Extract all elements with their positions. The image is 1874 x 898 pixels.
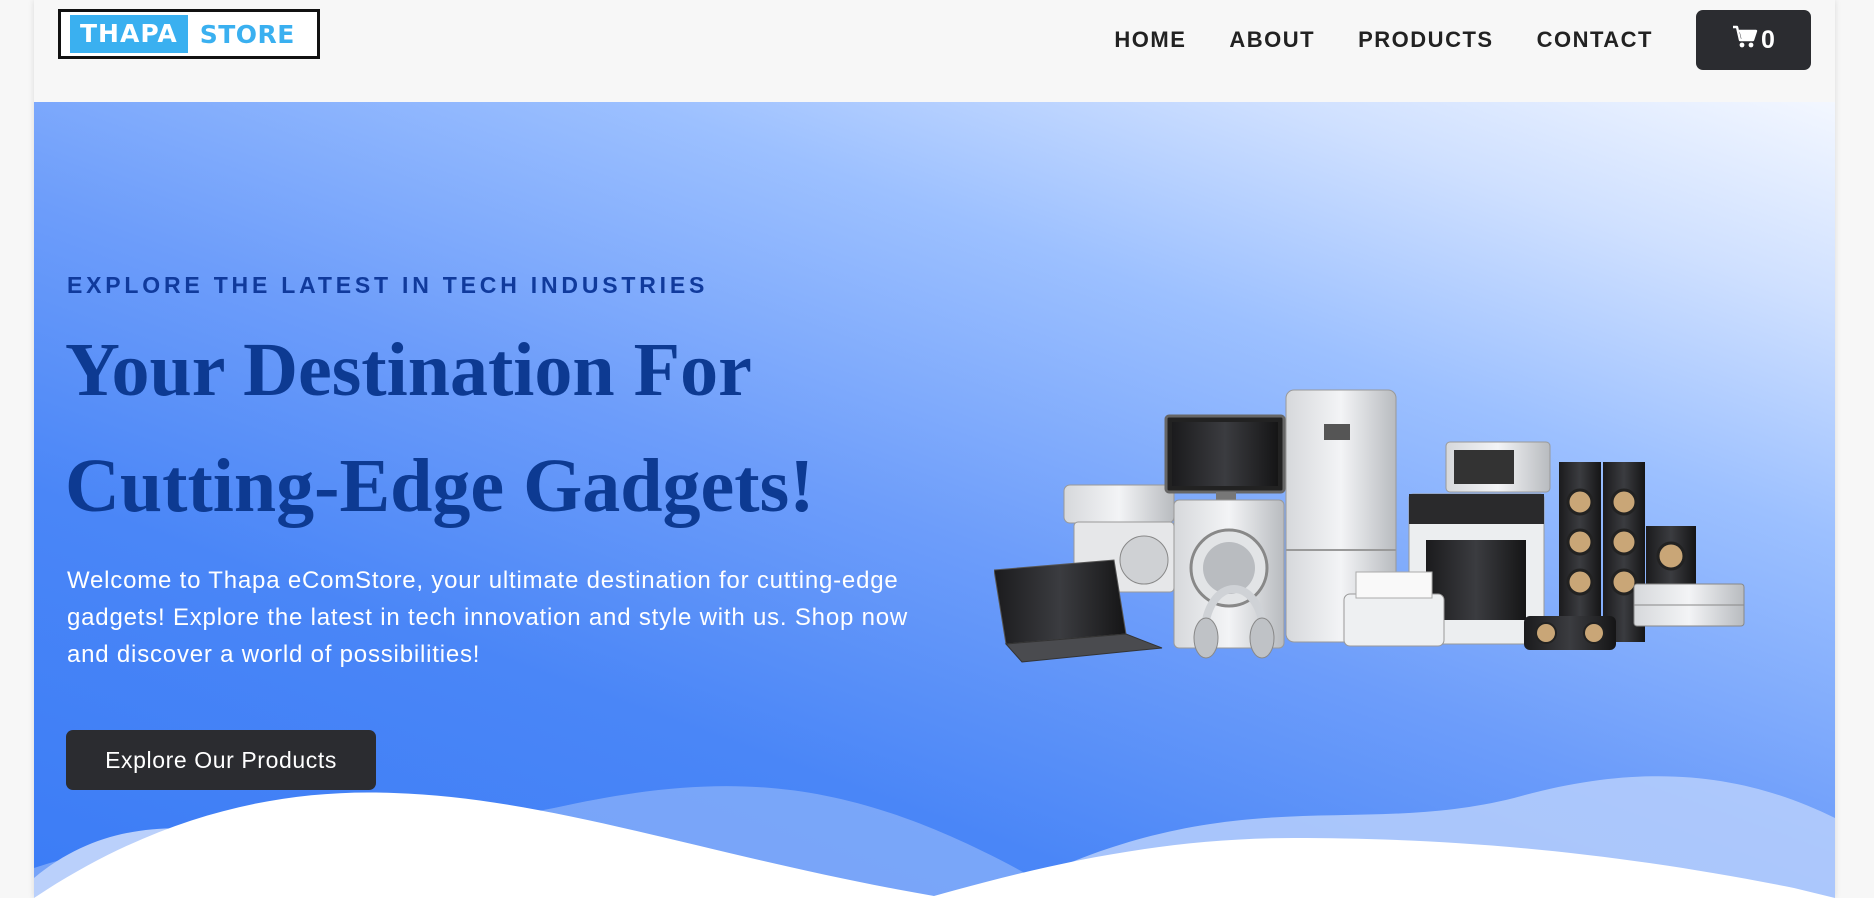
nav-products-link[interactable]: PRODUCTS: [1358, 27, 1493, 53]
cart-button[interactable]: 0: [1696, 10, 1811, 70]
nav-contact-link[interactable]: CONTACT: [1537, 27, 1653, 53]
hero-tagline: EXPLORE THE LATEST IN TECH INDUSTRIES: [67, 272, 709, 298]
logo-text-secondary: STORE: [199, 19, 295, 49]
main-nav: HOME ABOUT PRODUCTS CONTACT 0: [1114, 0, 1835, 80]
hero-headline: Your Destination For Cutting-Edge Gadget…: [65, 312, 965, 544]
site-header: THAPA STORE HOME ABOUT PRODUCTS CONTACT …: [34, 0, 1835, 102]
hero-headline-line1: Your Destination For: [65, 328, 752, 412]
hero-wave-divider: [34, 776, 1835, 898]
page: THAPA STORE HOME ABOUT PRODUCTS CONTACT …: [34, 0, 1835, 898]
logo-text-primary: THAPA: [70, 15, 188, 53]
nav-home-link[interactable]: HOME: [1114, 27, 1186, 53]
hero-headline-line2: Cutting-Edge Gadgets!: [65, 444, 815, 528]
cart-count: 0: [1761, 25, 1775, 54]
electronics-hero-image: [994, 389, 1745, 663]
store-logo[interactable]: THAPA STORE: [58, 9, 320, 59]
nav-about-link[interactable]: ABOUT: [1229, 27, 1315, 53]
hero-section: EXPLORE THE LATEST IN TECH INDUSTRIES Yo…: [34, 102, 1835, 898]
cart-icon: [1732, 25, 1761, 56]
hero-description: Welcome to Thapa eComStore, your ultimat…: [67, 567, 909, 668]
